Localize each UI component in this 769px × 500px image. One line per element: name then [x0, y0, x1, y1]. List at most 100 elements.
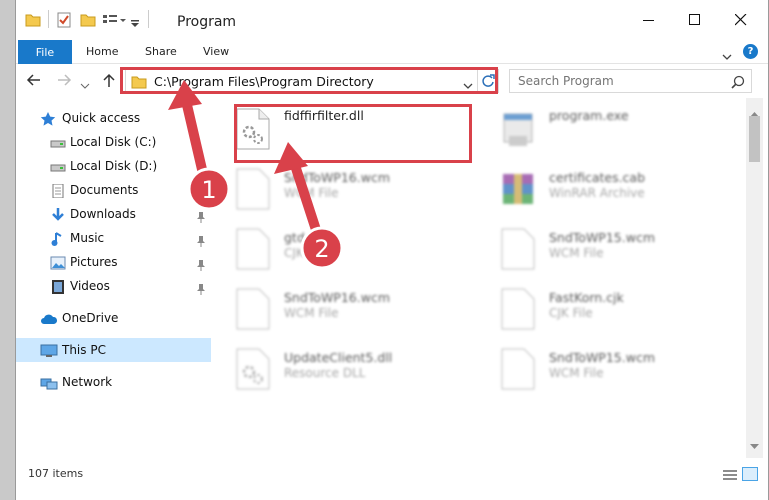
pin-icon: [196, 256, 206, 275]
ribbon: File Home Share View ?: [16, 40, 768, 64]
file-name: gtd.cjk: [284, 230, 327, 245]
item-count: 107 items: [28, 467, 84, 480]
sidebar-item-label: Videos: [70, 279, 110, 293]
pin-icon: [196, 208, 206, 227]
exe-file-icon: [501, 108, 535, 150]
close-button[interactable]: [718, 0, 764, 40]
folder-icon: [25, 12, 41, 31]
minimize-icon: [643, 20, 654, 21]
sidebar-item-onedrive[interactable]: OneDrive: [16, 306, 211, 330]
sidebar-item-local-disk-d[interactable]: Local Disk (D:): [16, 154, 211, 178]
dll-file-icon: [236, 348, 270, 390]
tab-file[interactable]: File: [18, 40, 72, 64]
file-type: WCM File: [284, 186, 339, 200]
computer-icon: [40, 343, 58, 357]
file-name: UpdateClient5.dll: [284, 350, 393, 365]
download-icon: [50, 207, 66, 221]
generic-file-icon: [236, 288, 270, 330]
file-type: CJK File: [284, 246, 328, 260]
details-view-icon[interactable]: [722, 468, 738, 487]
up-arrow-icon[interactable]: [102, 72, 116, 92]
pictures-icon: [50, 255, 66, 270]
sidebar-item-label: Downloads: [70, 207, 136, 221]
status-bar: 107 items: [16, 458, 768, 488]
window-title: Program: [177, 14, 237, 30]
recent-dropdown-icon[interactable]: [80, 76, 90, 95]
sidebar-item-music[interactable]: Music: [16, 226, 211, 250]
tab-share[interactable]: Share: [145, 45, 177, 58]
help-icon[interactable]: ?: [743, 44, 758, 59]
file-item-gtd-cjk[interactable]: gtd.cjk CJK File: [226, 220, 466, 276]
generic-file-icon: [236, 228, 270, 270]
sidebar-item-label: Local Disk (D:): [70, 159, 158, 173]
search-box[interactable]: [509, 69, 752, 93]
sidebar-item-pictures[interactable]: Pictures: [16, 250, 211, 274]
sidebar-item-label: Quick access: [62, 111, 141, 125]
close-icon: [735, 14, 747, 26]
vertical-scrollbar[interactable]: [746, 98, 763, 458]
file-item-sndtowp16-wcm[interactable]: SndToWP16.wcm WCM File: [226, 160, 466, 216]
tab-view[interactable]: View: [203, 45, 229, 58]
maximize-button[interactable]: [672, 0, 718, 40]
file-name: SndToWP15.wcm: [549, 230, 655, 245]
scrollbar-thumb[interactable]: [749, 116, 760, 162]
window-bottom-edge: [16, 488, 768, 500]
music-icon: [50, 231, 66, 246]
separator: [48, 10, 49, 28]
forward-arrow-icon[interactable]: [56, 72, 72, 92]
file-item-program-exe[interactable]: program.exe: [491, 100, 731, 156]
network-icon: [40, 375, 58, 390]
file-type: WinRAR Archive: [549, 186, 645, 200]
sidebar-item-label: OneDrive: [62, 311, 119, 325]
file-item-sndtowp16-wcm[interactable]: SndToWP16.wcm WCM File: [226, 280, 466, 336]
drive-icon: [50, 159, 66, 173]
file-name: SndToWP15.wcm: [549, 350, 655, 365]
pin-icon: [196, 280, 206, 299]
file-name: SndToWP16.wcm: [284, 170, 390, 185]
generic-file-icon: [501, 228, 535, 270]
file-item-sndtowp15-wcm[interactable]: SndToWP15.wcm WCM File: [491, 340, 731, 396]
search-input[interactable]: [510, 70, 720, 92]
quick-access-dropdown-icon[interactable]: [130, 14, 140, 33]
documents-icon: [50, 183, 66, 199]
title-bar: Program: [16, 0, 768, 40]
cloud-icon: [40, 311, 58, 325]
customize-icon[interactable]: [102, 12, 126, 31]
file-type: WCM File: [549, 366, 604, 380]
sidebar-item-label: Pictures: [70, 255, 118, 269]
sidebar-item-documents[interactable]: Documents: [16, 178, 211, 202]
properties-icon[interactable]: [56, 12, 72, 32]
drive-icon: [50, 135, 66, 149]
file-name: FastKorn.cjk: [549, 290, 624, 305]
large-icons-view-icon[interactable]: [742, 467, 758, 481]
file-type: WCM File: [284, 306, 339, 320]
back-arrow-icon[interactable]: [26, 72, 42, 92]
scroll-down-icon[interactable]: [750, 435, 759, 454]
sidebar-item-network[interactable]: Network: [16, 370, 211, 394]
minimize-button[interactable]: [626, 0, 672, 40]
file-name: SndToWP16.wcm: [284, 290, 390, 305]
file-item-updateclient5-dll[interactable]: UpdateClient5.dll Resource DLL: [226, 340, 466, 396]
search-icon[interactable]: [731, 74, 745, 93]
sidebar-item-local-disk-c[interactable]: Local Disk (C:): [16, 130, 211, 154]
archive-file-icon: [501, 168, 535, 210]
file-item-sndtowp15-wcm[interactable]: SndToWP15.wcm WCM File: [491, 220, 731, 276]
sidebar-item-quick-access[interactable]: Quick access: [16, 106, 211, 130]
file-type: CJK File: [549, 306, 593, 320]
sidebar-item-label: Network: [62, 375, 113, 389]
navigation-pane: Quick access Local Disk (C:) Local Disk …: [16, 98, 211, 458]
pin-icon: [196, 232, 206, 251]
sidebar-item-label: This PC: [62, 343, 106, 357]
sidebar-item-this-pc[interactable]: This PC: [16, 338, 211, 362]
file-type: WCM File: [549, 246, 604, 260]
sidebar-item-label: Documents: [70, 183, 139, 197]
file-name: certificates.cab: [549, 170, 646, 185]
tab-home[interactable]: Home: [86, 45, 118, 58]
file-item-fastkorn-cjk[interactable]: FastKorn.cjk CJK File: [491, 280, 731, 336]
sidebar-item-label: Music: [70, 231, 105, 245]
sidebar-item-downloads[interactable]: Downloads: [16, 202, 211, 226]
file-item-certificates-cab[interactable]: certificates.cab WinRAR Archive: [491, 160, 731, 216]
sidebar-item-videos[interactable]: Videos: [16, 274, 211, 298]
new-folder-icon[interactable]: [80, 12, 96, 31]
generic-file-icon: [501, 348, 535, 390]
